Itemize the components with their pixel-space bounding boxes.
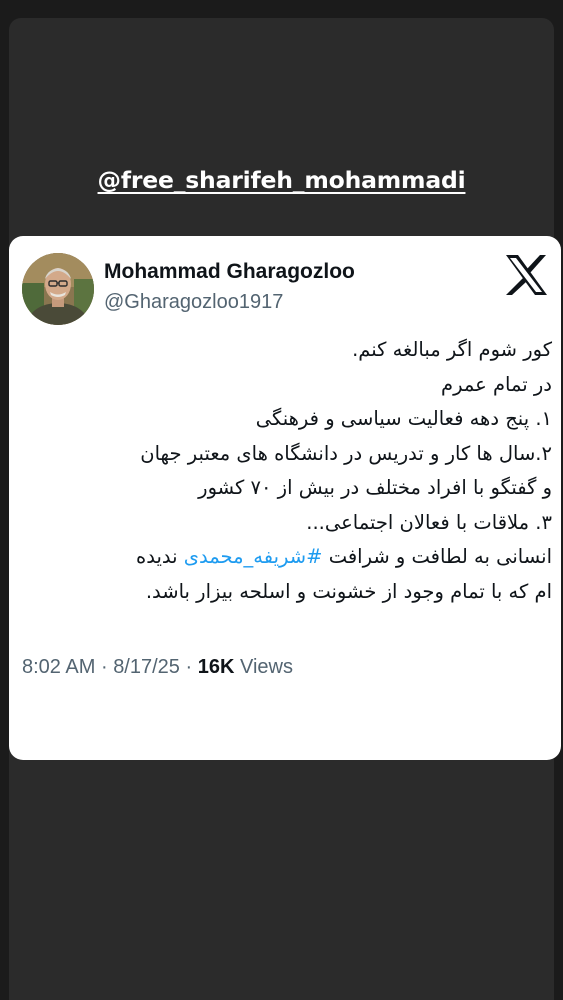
tweet-text: کور شوم اگر مبالغه کنم. در تمام عمرم ۱. … [25,333,552,609]
tweet-line: ۱. پنج دهه فعالیت سیاسی و فرهنگی [255,407,552,430]
tweet-line: در تمام عمرم [441,372,552,396]
username[interactable]: @Gharagozloo1917 [104,291,283,314]
tweet-line: و گفتگو با افراد مختلف در بیش از ۷۰ کشور [198,476,552,499]
views-label: Views [239,656,293,678]
avatar-photo-icon [22,253,94,325]
hashtag-link[interactable]: #شریفه_محمدی [184,545,323,568]
meta-separator: · [185,656,193,678]
tweet-date[interactable]: 8/17/25 [113,656,180,678]
avatar[interactable] [22,253,94,325]
tweet-line: کور شوم اگر مبالغه کنم. [352,338,552,361]
views-count: 16K [197,656,235,678]
tweet-line: ام که با تمام وجود از خشونت و اسلحه بیزا… [145,579,552,603]
story-handle-link[interactable]: @free_sharifeh_mohammadi [0,166,563,194]
tweet-line: ۳. ملاقات با فعالان اجتماعی... [306,510,552,534]
tweet-meta: 8:02 AM · 8/17/25 · 16K Views [22,656,293,679]
meta-separator: · [100,656,108,678]
display-name[interactable]: Mohammad Gharagozloo [104,260,355,284]
tweet-line: انسانی به لطافت و شرافت #شریفه_محمدی ندی… [25,540,552,575]
tweet-line-end: ندیده [136,545,178,568]
x-logo-icon[interactable] [505,255,548,295]
tweet-card[interactable]: Mohammad Gharagozloo @Gharagozloo1917 کو… [9,236,561,760]
tweet-time[interactable]: 8:02 AM [22,656,95,678]
tweet-line-start: انسانی به لطافت و شرافت [328,545,552,568]
tweet-line: ۲.سال ها کار و تدریس در دانشگاه های معتب… [140,441,552,465]
